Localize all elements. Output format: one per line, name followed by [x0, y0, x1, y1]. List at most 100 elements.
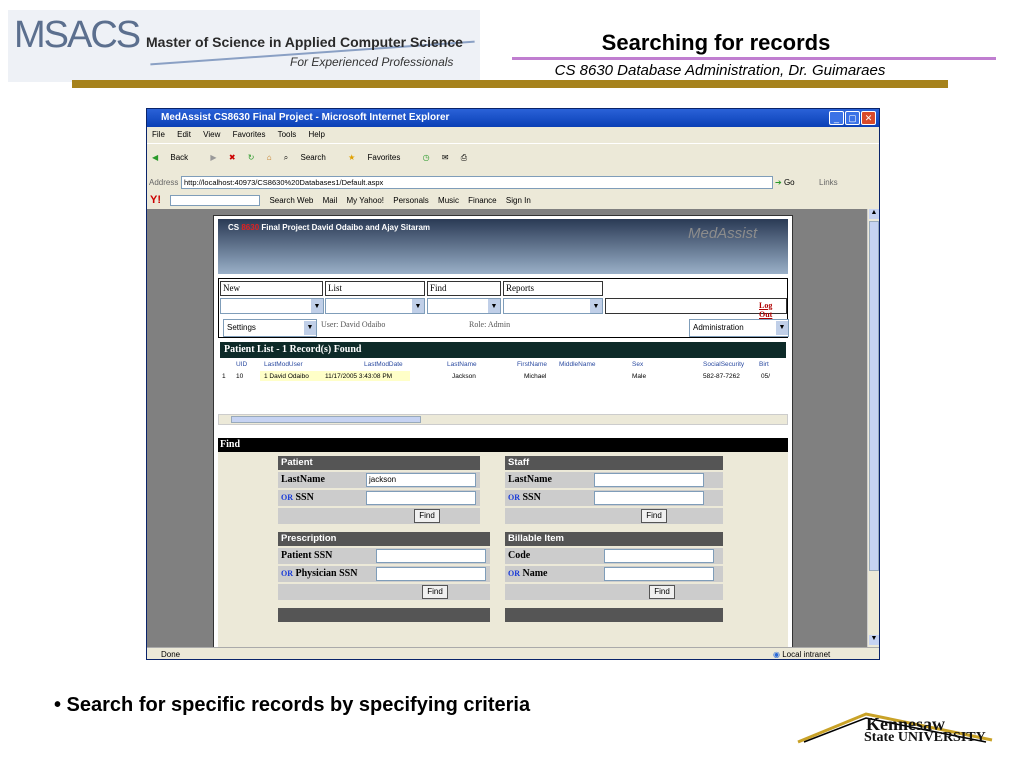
patient-find-row [278, 508, 480, 524]
row-lastname: Jackson [452, 373, 476, 380]
col-middlename[interactable]: MiddleName [559, 361, 596, 368]
back-button[interactable]: ◀ Back [152, 153, 198, 162]
billable-header-spacer [601, 532, 723, 546]
col-socialsecurity[interactable]: SocialSecurity [703, 361, 744, 368]
banner-authors: Final Project David Odaibo and Ajay Sita… [261, 223, 431, 232]
close-button[interactable]: ✕ [861, 111, 876, 125]
col-birth[interactable]: Birt [759, 361, 769, 368]
or-label: OR [508, 569, 520, 578]
horizontal-scrollbar[interactable] [218, 414, 788, 425]
scroll-down-icon[interactable]: ▼ [869, 635, 879, 645]
favorites-label: Favorites [367, 153, 401, 162]
billable-find-button[interactable]: Find [649, 585, 675, 599]
menu-edit[interactable]: Edit [177, 130, 191, 139]
ie-window: MedAssist CS8630 Final Project - Microso… [146, 108, 880, 660]
refresh-icon[interactable]: ↻ [248, 153, 255, 162]
page-viewport: CS 8630 Final Project David Odaibo and A… [147, 209, 867, 649]
col-sex[interactable]: Sex [632, 361, 643, 368]
medassist-page: CS 8630 Final Project David Odaibo and A… [213, 215, 793, 649]
title-divider [512, 57, 996, 60]
menu-file[interactable]: File [152, 130, 165, 139]
scroll-thumb[interactable] [869, 221, 879, 571]
billable-code-label: Code [505, 548, 601, 564]
yahoo-search-input[interactable] [170, 195, 261, 207]
go-button[interactable]: ➔ Go [775, 178, 795, 187]
stop-icon[interactable]: ✖ [229, 153, 236, 162]
favorites-button[interactable]: ★ Favorites [348, 153, 410, 162]
patient-lastname-input[interactable]: jackson [366, 473, 476, 487]
col-lastmoduser[interactable]: LastModUser [264, 361, 303, 368]
mail-icon[interactable]: ✉ [442, 153, 449, 162]
yahoo-music[interactable]: Music [438, 196, 459, 205]
prescription-physician-ssn-input[interactable] [376, 567, 486, 581]
menu-view[interactable]: View [203, 130, 220, 139]
minimize-button[interactable]: _ [829, 111, 844, 125]
nav-list: List [325, 281, 425, 296]
or-label: OR [281, 493, 293, 502]
prescription-header-spacer [374, 532, 490, 546]
list-select[interactable]: ▼ [325, 298, 425, 314]
home-icon[interactable]: ⌂ [267, 153, 272, 162]
yahoo-search-web[interactable]: Search Web [269, 196, 313, 205]
slide-subtitle: CS 8630 Database Administration, Dr. Gui… [554, 62, 886, 79]
prescription-find-button[interactable]: Find [422, 585, 448, 599]
prescription-patient-ssn-input[interactable] [376, 549, 486, 563]
billable-name-input[interactable] [604, 567, 714, 581]
back-arrow-icon: ◀ [152, 153, 159, 162]
nav-new: New [220, 281, 323, 296]
find-select[interactable]: ▼ [427, 298, 501, 314]
prescription-physician-ssn-label: OR Physician SSN [278, 566, 374, 582]
globe-icon: ◉ [773, 650, 780, 659]
status-text: Done [161, 650, 181, 659]
staff-ssn-input[interactable] [594, 491, 704, 505]
chevron-down-icon: ▼ [776, 321, 788, 335]
yahoo-finance[interactable]: Finance [468, 196, 496, 205]
links-label[interactable]: Links [819, 178, 838, 187]
new-select[interactable]: ▼ [220, 298, 324, 314]
search-icon: ⌕ [283, 153, 289, 162]
col-uid[interactable]: UID [236, 361, 247, 368]
print-icon[interactable]: ⎙ [461, 153, 467, 163]
history-icon[interactable]: ◷ [423, 153, 430, 162]
settings-select[interactable]: Settings ▼ [223, 319, 317, 337]
yahoo-sign-in[interactable]: Sign In [506, 196, 531, 205]
logo-abbrev: MSACS [14, 14, 141, 56]
toolbar: ◀ Back ▶ ✖ ↻ ⌂ ⌕ Search ★ Favorites ◷ ✉ … [147, 143, 879, 175]
scroll-thumb[interactable] [231, 416, 421, 423]
address-input[interactable]: http://localhost:40973/CS8630%20Database… [181, 176, 773, 189]
menu-tools[interactable]: Tools [278, 130, 297, 139]
vertical-scrollbar[interactable]: ▲ ▼ [867, 209, 879, 649]
staff-find-button[interactable]: Find [641, 509, 667, 523]
yahoo-my-yahoo[interactable]: My Yahoo! [346, 196, 384, 205]
logout-link[interactable]: Log Out [759, 301, 787, 319]
banner-title: CS 8630 Final Project David Odaibo and A… [228, 223, 430, 232]
col-firstname[interactable]: FirstName [517, 361, 547, 368]
search-button[interactable]: ⌕ Search [284, 153, 336, 163]
staff-lastname-input[interactable] [594, 473, 704, 487]
row-uid: 10 [236, 373, 244, 380]
prescription-patient-ssn-label: Patient SSN [278, 548, 374, 564]
patient-ssn-input[interactable] [366, 491, 476, 505]
yahoo-logo-icon[interactable]: Y! [150, 194, 161, 206]
scroll-up-icon[interactable]: ▲ [869, 209, 879, 219]
billable-code-input[interactable] [604, 549, 714, 563]
logo-title: Master of Science in Applied Computer Sc… [146, 34, 463, 50]
reports-select[interactable]: ▼ [503, 298, 603, 314]
billable-find-row [505, 584, 723, 600]
menu-favorites[interactable]: Favorites [233, 130, 266, 139]
yahoo-mail[interactable]: Mail [323, 196, 338, 205]
yahoo-personals[interactable]: Personals [393, 196, 429, 205]
menu-bar: File Edit View Favorites Tools Help [147, 127, 879, 143]
row-number[interactable]: 1 [222, 373, 226, 380]
next-section-header [278, 608, 490, 622]
or-label: OR [508, 493, 520, 502]
patient-find-button[interactable]: Find [414, 509, 440, 523]
administration-select[interactable]: Administration ▼ [689, 319, 789, 337]
address-bar: Address http://localhost:40973/CS8630%20… [147, 175, 879, 191]
col-lastmoddate[interactable]: LastModDate [364, 361, 403, 368]
maximize-button[interactable]: ▢ [845, 111, 860, 125]
col-lastname[interactable]: LastName [447, 361, 477, 368]
staff-header: Staff [505, 456, 591, 470]
forward-button[interactable]: ▶ [210, 153, 216, 162]
menu-help[interactable]: Help [309, 130, 325, 139]
